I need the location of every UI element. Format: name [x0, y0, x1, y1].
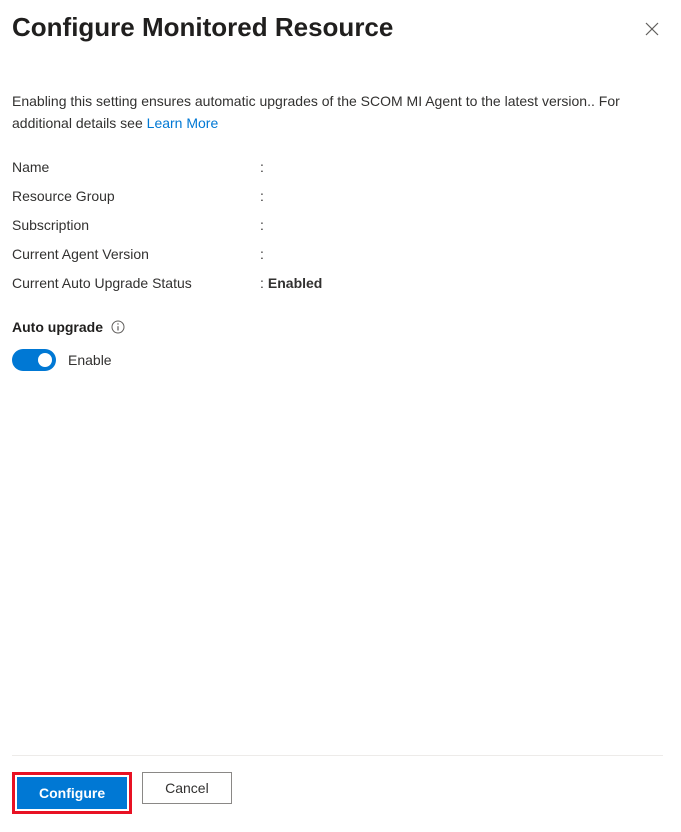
learn-more-link[interactable]: Learn More	[147, 115, 219, 131]
field-label: Resource Group	[12, 188, 260, 204]
auto-upgrade-toggle[interactable]	[12, 349, 56, 371]
close-button[interactable]	[641, 18, 663, 43]
info-icon[interactable]	[111, 320, 125, 334]
field-row-resource-group: Resource Group :	[12, 188, 663, 204]
field-label: Current Auto Upgrade Status	[12, 275, 260, 291]
field-row-name: Name :	[12, 159, 663, 175]
description-text: Enabling this setting ensures automatic …	[12, 91, 663, 134]
field-value: Enabled	[268, 275, 322, 291]
field-row-subscription: Subscription :	[12, 217, 663, 233]
field-row-current-auto-upgrade-status: Current Auto Upgrade Status : Enabled	[12, 275, 663, 291]
highlight-box: Configure	[12, 772, 132, 814]
footer: Configure Cancel	[12, 755, 663, 832]
toggle-knob	[38, 353, 52, 367]
toggle-label: Enable	[68, 352, 112, 368]
field-label: Name	[12, 159, 260, 175]
field-row-current-agent-version: Current Agent Version :	[12, 246, 663, 262]
auto-upgrade-heading: Auto upgrade	[12, 319, 103, 335]
field-label: Current Agent Version	[12, 246, 260, 262]
field-label: Subscription	[12, 217, 260, 233]
close-icon	[645, 22, 659, 39]
panel-title: Configure Monitored Resource	[12, 12, 393, 43]
configure-button[interactable]: Configure	[17, 777, 127, 809]
cancel-button[interactable]: Cancel	[142, 772, 232, 804]
